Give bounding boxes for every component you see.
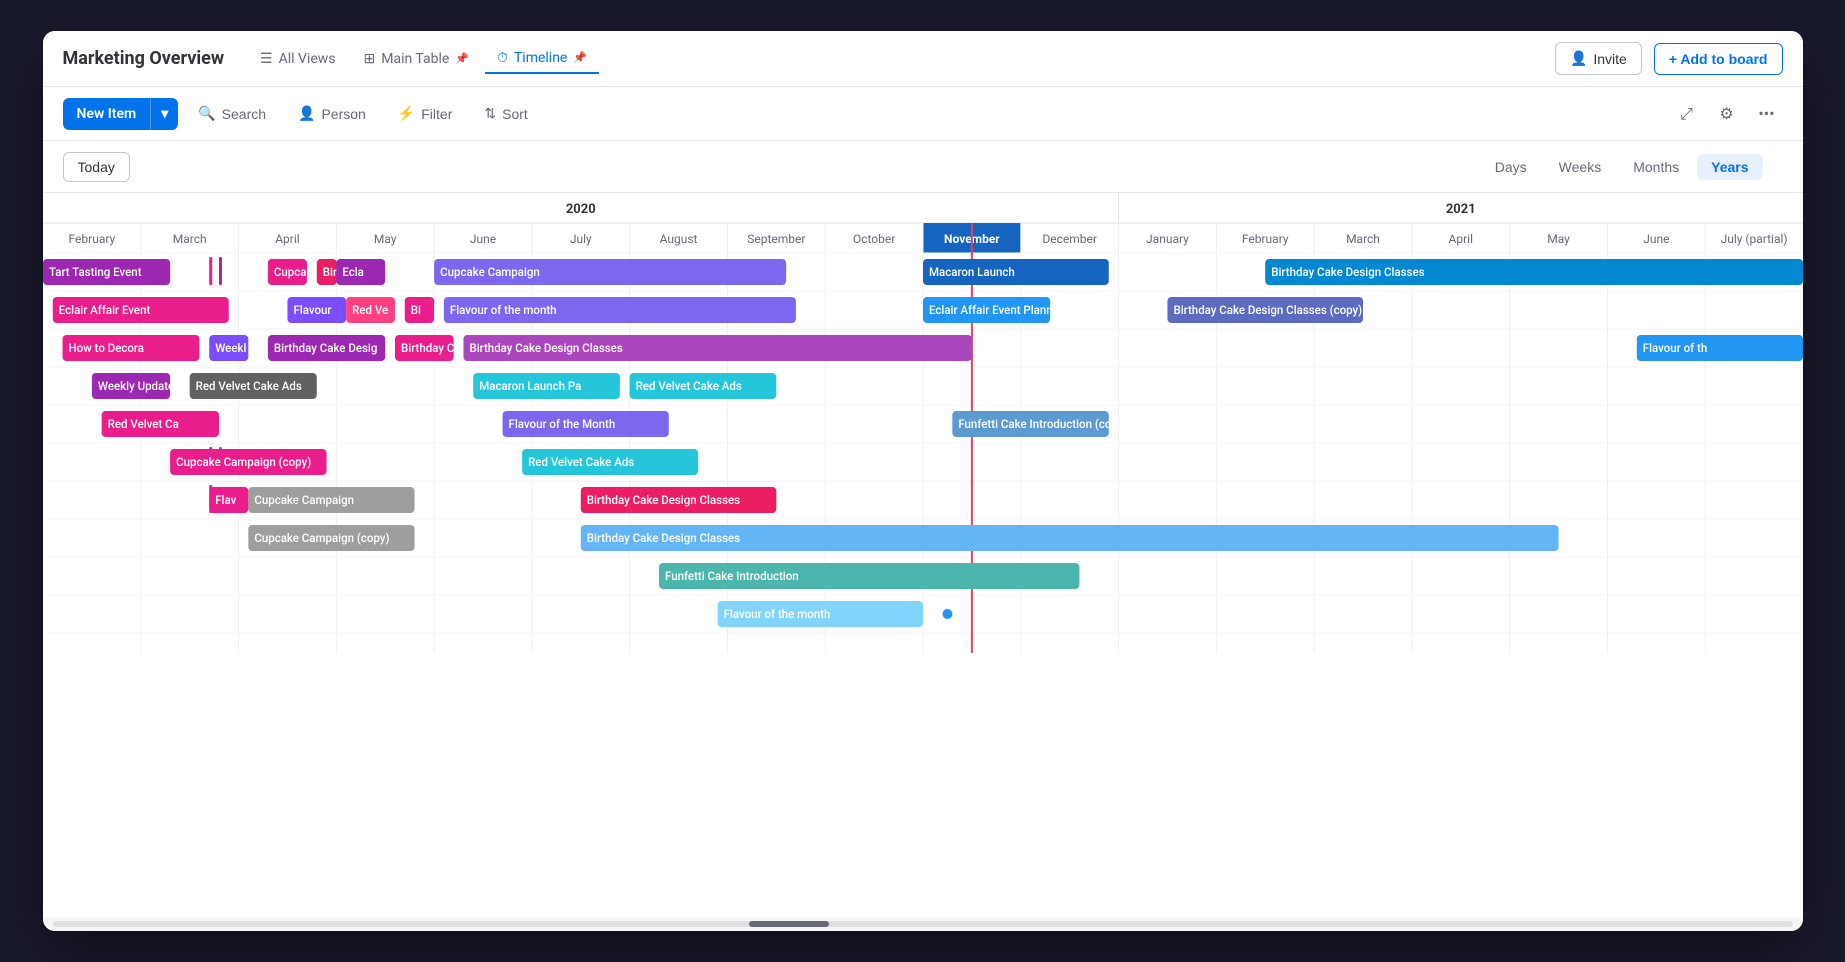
toolbar-right: ⤢ ⚙ ••• <box>1671 98 1783 130</box>
svg-text:Bi: Bi <box>410 303 420 317</box>
svg-text:Tart Tasting Event: Tart Tasting Event <box>49 265 142 279</box>
settings-icon[interactable]: ⚙ <box>1711 98 1743 130</box>
svg-text:Red Velvet Cake Ads: Red Velvet Cake Ads <box>635 379 741 393</box>
svg-text:June: June <box>1643 232 1669 246</box>
svg-text:September: September <box>747 232 805 246</box>
svg-text:Flavour of the month: Flavour of the month <box>449 303 556 317</box>
svg-text:Birthday Cake Design Classes: Birthday Cake Design Classes <box>586 493 739 507</box>
svg-text:Red Velvet Cake Ads: Red Velvet Cake Ads <box>528 455 634 469</box>
svg-text:Birthday Ca: Birthday Ca <box>401 341 461 355</box>
svg-text:Flav: Flav <box>215 493 236 507</box>
pin-icon: 📌 <box>455 52 469 65</box>
person-button[interactable]: 👤 Person <box>286 98 378 129</box>
svg-text:Red Ve: Red Ve <box>352 303 388 317</box>
svg-text:May: May <box>373 232 396 246</box>
svg-text:Weekl: Weekl <box>215 341 246 355</box>
svg-text:Flavour: Flavour <box>293 303 331 317</box>
tab-timeline[interactable]: ⏱ Timeline 📌 <box>485 44 599 74</box>
nav-tabs: ☰ All Views ⊞ Main Table 📌 ⏱ Timeline 📌 <box>248 44 1555 74</box>
svg-text:Birthday Cake Design Classes: Birthday Cake Design Classes <box>469 341 622 355</box>
svg-text:Macaron Launch: Macaron Launch <box>929 265 1015 279</box>
weeks-scale-button[interactable]: Weeks <box>1545 154 1616 180</box>
new-item-dropdown-arrow[interactable]: ▾ <box>150 98 178 130</box>
tab-main-table[interactable]: ⊞ Main Table 📌 <box>352 45 482 73</box>
svg-text:March: March <box>1346 232 1380 246</box>
scrollbar-track <box>53 921 1793 927</box>
invite-button[interactable]: 👤 Invite <box>1555 42 1642 75</box>
months-scale-button[interactable]: Months <box>1619 154 1693 180</box>
svg-text:Red Velvet Ca: Red Velvet Ca <box>107 417 178 431</box>
tab-all-views[interactable]: ☰ All Views <box>248 45 347 73</box>
svg-text:Red Velvet Cake Ads: Red Velvet Cake Ads <box>195 379 301 393</box>
svg-text:July: July <box>569 232 591 246</box>
expand-icon[interactable]: ⤢ <box>1671 98 1703 130</box>
svg-text:Flavour of the Month: Flavour of the Month <box>508 417 615 431</box>
app-title: Marketing Overview <box>63 48 225 69</box>
app-window: Marketing Overview ☰ All Views ⊞ Main Ta… <box>43 31 1803 931</box>
svg-text:Bir: Bir <box>322 265 336 279</box>
svg-text:Cupcake Campaign (copy): Cupcake Campaign (copy) <box>176 455 311 469</box>
svg-text:Weekly Update: Weekly Update <box>97 379 173 393</box>
sort-icon: ⇅ <box>484 105 496 122</box>
svg-text:Birthday Cake Desig: Birthday Cake Desig <box>273 341 377 355</box>
svg-text:April: April <box>1448 232 1472 246</box>
timeline-icon: ⏱ <box>497 50 508 66</box>
search-icon: 🔍 <box>198 105 215 122</box>
gantt-chart: 2020 2021 February March April May June July Aug… <box>43 193 1803 653</box>
svg-text:Eclair Affair Event Planning: Eclair Affair Event Planning <box>929 303 1069 317</box>
svg-text:December: December <box>1042 232 1097 246</box>
scrollbar-area[interactable] <box>43 917 1803 931</box>
svg-text:Cupcake: Cupcake <box>273 265 318 279</box>
svg-text:Birthday Cake Design Classes (: Birthday Cake Design Classes (copy) <box>1173 303 1362 317</box>
svg-text:October: October <box>852 232 894 246</box>
svg-text:Birthday Cake Design Classes: Birthday Cake Design Classes <box>586 531 739 545</box>
svg-text:May: May <box>1547 232 1570 246</box>
svg-text:Cupcake Campaign: Cupcake Campaign <box>440 265 540 279</box>
new-item-button[interactable]: New Item ▾ <box>63 98 179 130</box>
filter-button[interactable]: ⚡ Filter <box>386 98 465 129</box>
svg-text:February: February <box>1241 232 1288 246</box>
svg-text:Funfetti Cake Introduction: Funfetti Cake Introduction <box>665 569 799 583</box>
list-icon: ☰ <box>260 51 273 67</box>
filter-icon: ⚡ <box>398 105 415 122</box>
search-button[interactable]: 🔍 Search <box>186 98 278 129</box>
today-button[interactable]: Today <box>63 152 130 182</box>
gantt-container[interactable]: 2020 2021 February March April May June July Aug… <box>43 193 1803 917</box>
pin-icon-2: 📌 <box>573 51 587 64</box>
svg-text:Macaron Launch Pa: Macaron Launch Pa <box>479 379 581 393</box>
days-scale-button[interactable]: Days <box>1481 154 1541 180</box>
svg-text:Funfetti Cake Introduction (co: Funfetti Cake Introduction (copy) <box>958 417 1127 431</box>
header-right: 👤 Invite + Add to board <box>1555 42 1783 75</box>
more-options-icon[interactable]: ••• <box>1751 98 1783 130</box>
scrollbar-thumb[interactable] <box>749 921 829 927</box>
svg-text:August: August <box>659 232 697 246</box>
svg-text:Eclair Affair Event: Eclair Affair Event <box>58 303 150 317</box>
time-scale-buttons: Days Weeks Months Years <box>1481 154 1763 180</box>
svg-text:Cupcake Campaign (copy): Cupcake Campaign (copy) <box>254 531 389 545</box>
svg-text:Flavour of the month: Flavour of the month <box>723 607 830 621</box>
header: Marketing Overview ☰ All Views ⊞ Main Ta… <box>43 31 1803 87</box>
svg-text:January: January <box>1146 232 1189 246</box>
svg-text:April: April <box>275 232 299 246</box>
svg-text:2020: 2020 <box>565 202 595 217</box>
svg-text:Cupcake Campaign: Cupcake Campaign <box>254 493 354 507</box>
svg-text:February: February <box>68 232 115 246</box>
person-icon: 👤 <box>1570 50 1587 67</box>
svg-text:July (partial): July (partial) <box>1720 232 1787 246</box>
svg-text:Ecla: Ecla <box>342 265 364 279</box>
time-controls: Today Days Weeks Months Years <box>43 141 1803 193</box>
years-scale-button[interactable]: Years <box>1697 154 1762 180</box>
table-icon: ⊞ <box>364 51 376 67</box>
toolbar: New Item ▾ 🔍 Search 👤 Person ⚡ Filter ⇅ … <box>43 87 1803 141</box>
svg-text:Birthday Cake Design Classes: Birthday Cake Design Classes <box>1271 265 1424 279</box>
sort-button[interactable]: ⇅ Sort <box>472 98 539 129</box>
svg-text:Flavour of th: Flavour of th <box>1642 341 1707 355</box>
add-board-button[interactable]: + Add to board <box>1654 43 1783 75</box>
svg-text:March: March <box>172 232 206 246</box>
svg-text:June: June <box>469 232 495 246</box>
person-filter-icon: 👤 <box>298 105 315 122</box>
svg-text:2021: 2021 <box>1445 202 1475 217</box>
new-item-label: New Item <box>63 98 151 130</box>
svg-text:How to Decora: How to Decora <box>68 341 143 355</box>
